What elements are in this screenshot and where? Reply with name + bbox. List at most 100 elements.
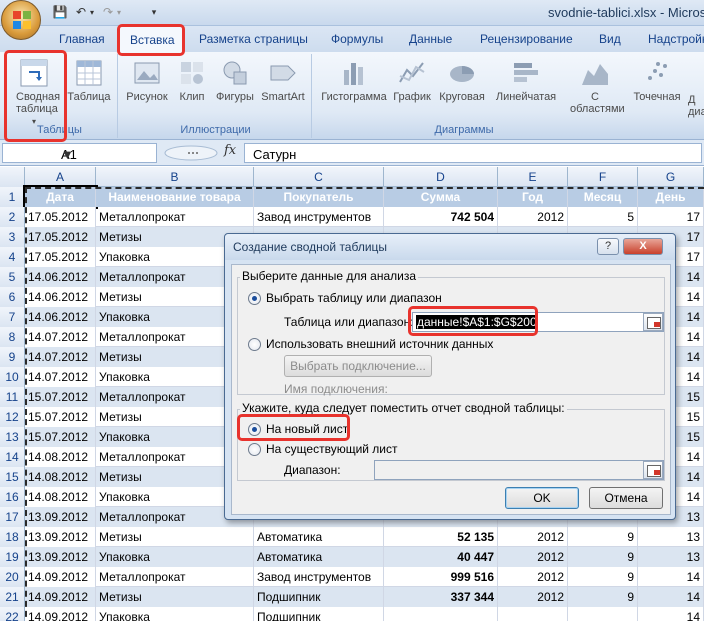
cell-b[interactable]: Упаковка — [96, 547, 254, 567]
undo-dropdown-icon[interactable]: ▾ — [84, 5, 100, 20]
row-header[interactable]: 14 — [0, 447, 25, 467]
choose-connection-button[interactable]: Выбрать подключение... — [284, 355, 432, 377]
cell-e[interactable]: 2012 — [498, 587, 568, 607]
cell-b[interactable]: Метизы — [96, 527, 254, 547]
cell-a[interactable]: 17.05.2012 — [25, 247, 96, 267]
cell-b[interactable]: Металлопрокат — [96, 207, 254, 227]
existing-sheet-radio[interactable] — [248, 443, 261, 456]
select-table-radio[interactable] — [248, 292, 261, 305]
close-button[interactable]: X — [623, 238, 663, 255]
shapes-button[interactable]: Фигуры — [212, 58, 258, 103]
row-header[interactable]: 16 — [0, 487, 25, 507]
cell-a[interactable]: 14.08.2012 — [25, 487, 96, 507]
cell-f[interactable] — [568, 607, 638, 621]
cell-d[interactable]: 40 447 — [384, 547, 498, 567]
cell-b[interactable]: Металлопрокат — [96, 567, 254, 587]
cell-e[interactable]: 2012 — [498, 567, 568, 587]
row-header[interactable]: 12 — [0, 407, 25, 427]
column-header-b[interactable]: B — [96, 167, 254, 187]
header-cell-a[interactable]: Дата — [23, 185, 98, 209]
cell-e[interactable] — [498, 607, 568, 621]
header-cell-e[interactable]: Год — [498, 187, 568, 207]
tab-home[interactable]: Главная — [59, 32, 105, 46]
table-range-input[interactable]: данные!$A$1:$G$200 — [412, 312, 664, 332]
redo-dropdown-icon[interactable]: ▾ — [111, 5, 127, 20]
cancel-button[interactable]: Отмена — [589, 487, 663, 509]
column-header-g[interactable]: G — [638, 167, 704, 187]
smartart-button[interactable]: SmartArt — [258, 58, 308, 103]
row-header[interactable]: 2 — [0, 207, 25, 227]
row-header[interactable]: 9 — [0, 347, 25, 367]
tab-addins[interactable]: Надстройки — [648, 32, 704, 46]
header-cell-g[interactable]: День — [638, 187, 704, 207]
row-header[interactable]: 8 — [0, 327, 25, 347]
cell-a[interactable]: 15.07.2012 — [25, 427, 96, 447]
row-header[interactable]: 3 — [0, 227, 25, 247]
cell-a[interactable]: 13.09.2012 — [25, 547, 96, 567]
cell-c[interactable]: Подшипник — [254, 587, 384, 607]
column-header-f[interactable]: F — [568, 167, 638, 187]
tab-data[interactable]: Данные — [409, 32, 452, 46]
name-box[interactable]: A1 ▼ — [2, 143, 157, 163]
row-header[interactable]: 15 — [0, 467, 25, 487]
cell-c[interactable]: Завод инструментов — [254, 207, 384, 227]
row-header[interactable]: 13 — [0, 427, 25, 447]
external-source-radio[interactable] — [248, 338, 261, 351]
cell-g[interactable]: 14 — [638, 567, 704, 587]
cell-a[interactable]: 13.09.2012 — [25, 507, 96, 527]
cell-a[interactable]: 14.06.2012 — [25, 307, 96, 327]
cell-d[interactable]: 742 504 — [384, 207, 498, 227]
row-header[interactable]: 6 — [0, 287, 25, 307]
pivot-table-button[interactable]: Сводная таблица ▾ — [8, 58, 60, 128]
formula-input[interactable]: Сатурн — [244, 143, 702, 163]
cell-f[interactable]: 9 — [568, 587, 638, 607]
cell-f[interactable]: 5 — [568, 207, 638, 227]
save-icon[interactable]: 💾 — [52, 5, 68, 20]
tab-review[interactable]: Рецензирование — [480, 32, 573, 46]
column-header-e[interactable]: E — [498, 167, 568, 187]
cell-d[interactable]: 337 344 — [384, 587, 498, 607]
cell-e[interactable]: 2012 — [498, 527, 568, 547]
cell-a[interactable]: 15.07.2012 — [25, 407, 96, 427]
new-sheet-radio[interactable] — [248, 423, 261, 436]
cell-a[interactable]: 14.09.2012 — [25, 567, 96, 587]
row-header[interactable]: 22 — [0, 607, 25, 621]
bar-chart-button[interactable]: Линейчатая — [490, 58, 562, 103]
column-header-c[interactable]: C — [254, 167, 384, 187]
cell-a[interactable]: 14.07.2012 — [25, 327, 96, 347]
cell-a[interactable]: 17.05.2012 — [25, 207, 96, 227]
cell-a[interactable]: 14.06.2012 — [25, 287, 96, 307]
header-cell-d[interactable]: Сумма — [384, 187, 498, 207]
cell-b[interactable]: Упаковка — [96, 607, 254, 621]
cell-a[interactable]: 14.07.2012 — [25, 347, 96, 367]
formula-bar-resize-icon[interactable] — [163, 145, 219, 161]
cell-f[interactable]: 9 — [568, 547, 638, 567]
area-chart-button[interactable]: С областями — [564, 58, 626, 115]
cell-c[interactable]: Автоматика — [254, 527, 384, 547]
header-cell-f[interactable]: Месяц — [568, 187, 638, 207]
cell-a[interactable]: 14.07.2012 — [25, 367, 96, 387]
cell-a[interactable]: 14.09.2012 — [25, 607, 96, 621]
select-table-label[interactable]: Выбрать таблицу или диапазон — [266, 291, 442, 305]
row-header[interactable]: 10 — [0, 367, 25, 387]
existing-sheet-label[interactable]: На существующий лист — [266, 442, 398, 456]
name-box-dropdown-icon[interactable]: ▼ — [61, 147, 74, 162]
new-sheet-label[interactable]: На новый лист — [266, 422, 348, 436]
row-header[interactable]: 11 — [0, 387, 25, 407]
cell-a[interactable]: 15.07.2012 — [25, 387, 96, 407]
cell-e[interactable]: 2012 — [498, 547, 568, 567]
header-cell-c[interactable]: Покупатель — [254, 187, 384, 207]
office-button[interactable] — [1, 0, 41, 40]
row-header[interactable]: 4 — [0, 247, 25, 267]
tab-page-layout[interactable]: Разметка страницы — [199, 32, 308, 46]
cell-a[interactable]: 13.09.2012 — [25, 527, 96, 547]
cell-g[interactable]: 13 — [638, 547, 704, 567]
cell-c[interactable]: Завод инструментов — [254, 567, 384, 587]
cell-d[interactable]: 52 135 — [384, 527, 498, 547]
collapse-range-icon[interactable] — [643, 313, 663, 331]
scatter-chart-button[interactable]: Точечная — [626, 58, 688, 103]
customize-toolbar-icon[interactable]: ▾ — [146, 5, 162, 20]
row-header[interactable]: 18 — [0, 527, 25, 547]
cell-g[interactable]: 14 — [638, 607, 704, 621]
collapse-destination-icon[interactable] — [643, 461, 663, 479]
